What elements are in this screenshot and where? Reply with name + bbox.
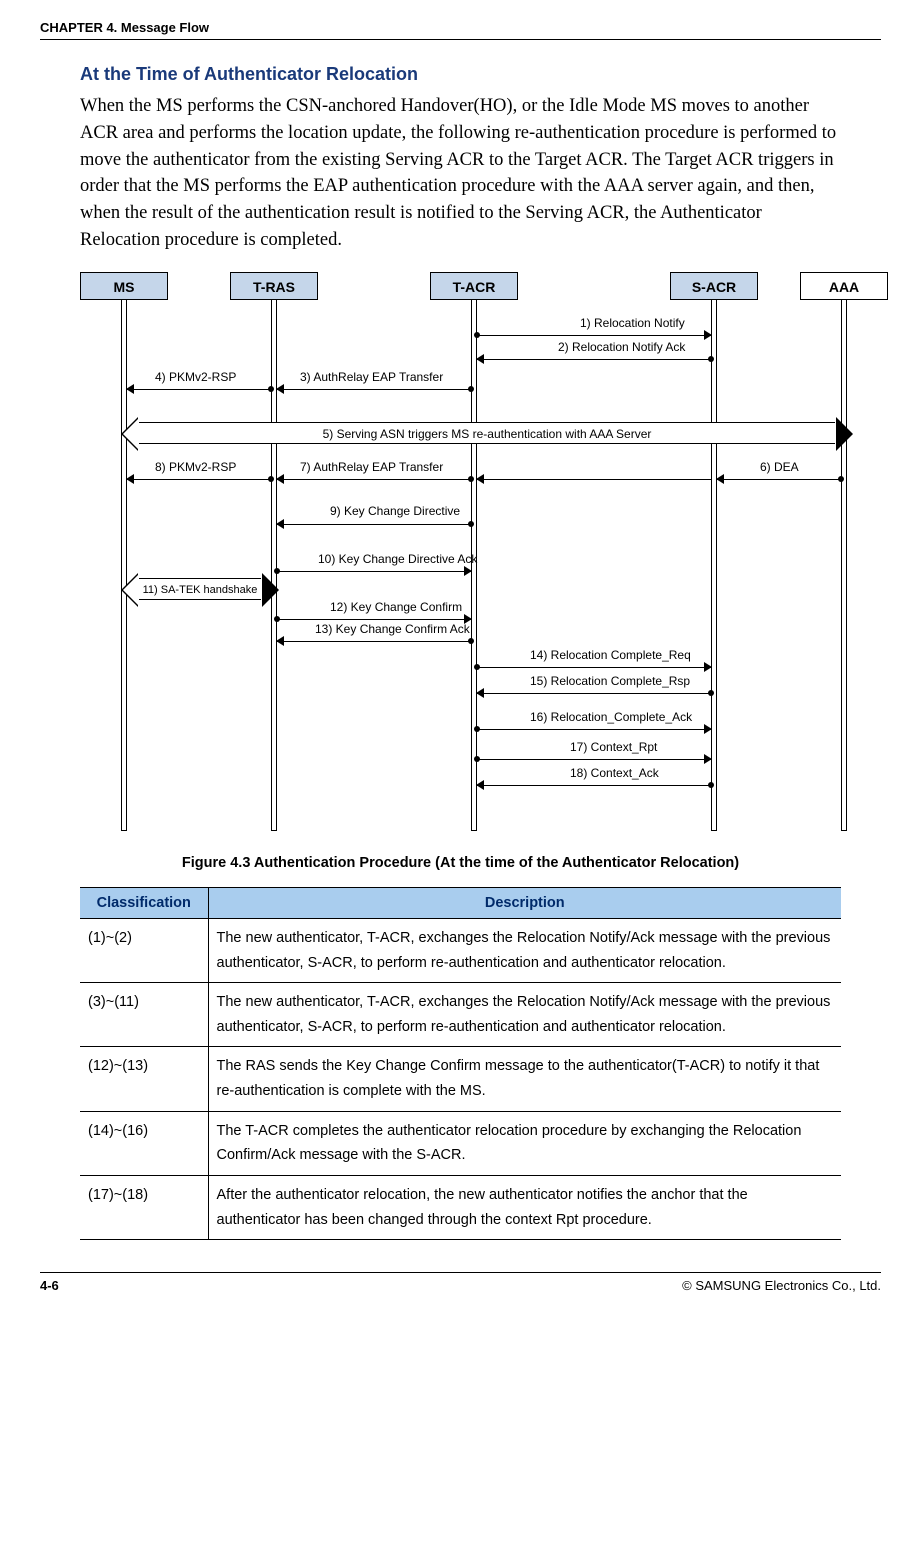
table-row: (14)~(16) The T-ACR completes the authen… (80, 1111, 841, 1175)
label-m4: 4) PKMv2-RSP (155, 370, 236, 384)
arrow-authrelay-3 (277, 382, 471, 396)
copyright: © SAMSUNG Electronics Co., Ltd. (682, 1278, 881, 1293)
page-header: CHAPTER 4. Message Flow (40, 20, 881, 40)
node-tras: T-RAS (230, 272, 318, 300)
table-row: (12)~(13) The RAS sends the Key Change C… (80, 1047, 841, 1111)
label-m11: 11) SA-TEK handshake (143, 584, 258, 596)
sequence-diagram: MS T-RAS T-ACR S-ACR AAA 1) Relocation N… (80, 272, 841, 837)
arrow-pkmv2-4 (127, 382, 271, 396)
arrow-kcd (277, 517, 471, 531)
arrow-kcc-ack (277, 634, 471, 648)
label-m7: 7) AuthRelay EAP Transfer (300, 460, 443, 474)
label-m3: 3) AuthRelay EAP Transfer (300, 370, 443, 384)
label-m15: 15) Relocation Complete_Rsp (530, 674, 690, 688)
cell-class: (17)~(18) (80, 1176, 208, 1240)
label-m17: 17) Context_Rpt (570, 740, 657, 754)
th-classification: Classification (80, 887, 208, 918)
arrow-rc-ack (477, 722, 711, 736)
label-m2: 2) Relocation Notify Ack (558, 340, 685, 354)
label-m16: 16) Relocation_Complete_Ack (530, 710, 692, 724)
arrow-rc-rsp (477, 686, 711, 700)
label-m14: 14) Relocation Complete_Req (530, 648, 691, 662)
lifeline-ms (121, 300, 127, 831)
arrow-dea (717, 472, 841, 486)
arrow-authrelay-7 (277, 472, 471, 486)
cell-class: (14)~(16) (80, 1111, 208, 1175)
arrow-rc-req (477, 660, 711, 674)
label-m8: 8) PKMv2-RSP (155, 460, 236, 474)
cell-class: (12)~(13) (80, 1047, 208, 1111)
lifeline-sacr (711, 300, 717, 831)
arrow-ctx-rpt (477, 752, 711, 766)
label-m18: 18) Context_Ack (570, 766, 659, 780)
cell-desc: The new authenticator, T-ACR, exchanges … (208, 918, 841, 982)
cell-desc: The RAS sends the Key Change Confirm mes… (208, 1047, 841, 1111)
cell-desc: The T-ACR completes the authenticator re… (208, 1111, 841, 1175)
arrow-reloc-notify-ack (477, 352, 711, 366)
label-m5: 5) Serving ASN triggers MS re-authentica… (323, 427, 652, 441)
node-aaa: AAA (800, 272, 888, 300)
table-row: (1)~(2) The new authenticator, T-ACR, ex… (80, 918, 841, 982)
label-m12: 12) Key Change Confirm (330, 600, 462, 614)
section-title: At the Time of Authenticator Relocation (80, 64, 881, 85)
arrow-kcd-ack (277, 564, 471, 578)
label-m9: 9) Key Change Directive (330, 504, 460, 518)
node-ms: MS (80, 272, 168, 300)
label-m10: 10) Key Change Directive Ack (318, 552, 477, 566)
figure-caption: Figure 4.3 Authentication Procedure (At … (80, 855, 841, 871)
arrow-ctx-ack (477, 778, 711, 792)
body-paragraph: When the MS performs the CSN-anchored Ha… (80, 93, 841, 254)
cell-class: (1)~(2) (80, 918, 208, 982)
node-sacr: S-ACR (670, 272, 758, 300)
th-description: Description (208, 887, 841, 918)
cell-desc: After the authenticator relocation, the … (208, 1176, 841, 1240)
table-row: (17)~(18) After the authenticator reloca… (80, 1176, 841, 1240)
description-table: Classification Description (1)~(2) The n… (80, 887, 841, 1240)
arrow-dea-2 (477, 472, 711, 486)
node-tacr: T-ACR (430, 272, 518, 300)
cell-class: (3)~(11) (80, 983, 208, 1047)
big-arrow-reauth: 5) Serving ASN triggers MS re-authentica… (137, 422, 837, 444)
page-number: 4-6 (40, 1278, 59, 1293)
arrow-pkmv2-8 (127, 472, 271, 486)
label-m6: 6) DEA (760, 460, 799, 474)
page-footer: 4-6 © SAMSUNG Electronics Co., Ltd. (40, 1272, 881, 1293)
label-m1: 1) Relocation Notify (580, 316, 685, 330)
label-m13: 13) Key Change Confirm Ack (315, 622, 470, 636)
table-row: (3)~(11) The new authenticator, T-ACR, e… (80, 983, 841, 1047)
big-arrow-satek: 11) SA-TEK handshake (137, 578, 263, 600)
cell-desc: The new authenticator, T-ACR, exchanges … (208, 983, 841, 1047)
lifeline-aaa (841, 300, 847, 831)
